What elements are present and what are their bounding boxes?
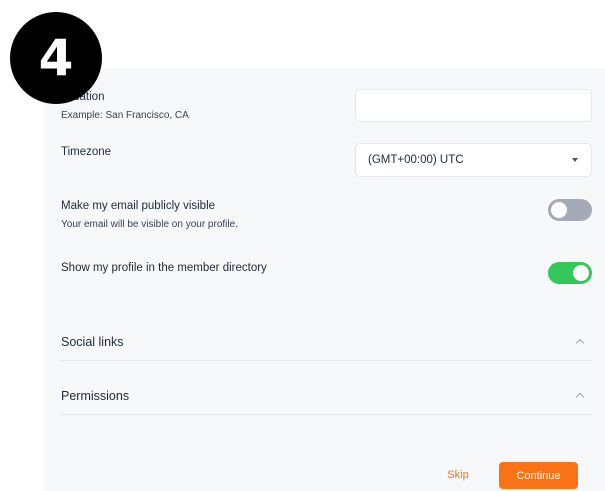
timezone-select[interactable]: (GMT+00:00) UTC xyxy=(355,143,592,177)
caret-down-icon xyxy=(572,158,578,162)
timezone-selected-value: (GMT+00:00) UTC xyxy=(368,154,464,166)
directory-toggle[interactable] xyxy=(548,262,592,284)
directory-label: Show my profile in the member directory xyxy=(61,262,267,274)
continue-button[interactable]: Continue xyxy=(499,462,578,489)
section-title-permissions[interactable]: Permissions xyxy=(61,389,129,403)
settings-panel xyxy=(44,68,605,491)
divider xyxy=(61,414,592,415)
toggle-knob xyxy=(551,202,567,218)
email-visible-hint: Your email will be visible on your profi… xyxy=(61,219,238,230)
skip-button[interactable]: Skip xyxy=(436,462,480,488)
divider xyxy=(61,360,592,361)
location-input[interactable] xyxy=(355,89,592,122)
location-hint: Example: San Francisco, CA xyxy=(61,110,189,121)
email-visible-label: Make my email publicly visible xyxy=(61,200,216,212)
timezone-label: Timezone xyxy=(61,146,112,158)
step-number-badge: 4 xyxy=(10,12,102,104)
toggle-knob xyxy=(573,265,589,281)
email-visible-toggle[interactable] xyxy=(548,199,592,221)
section-title-social-links[interactable]: Social links xyxy=(61,335,124,349)
